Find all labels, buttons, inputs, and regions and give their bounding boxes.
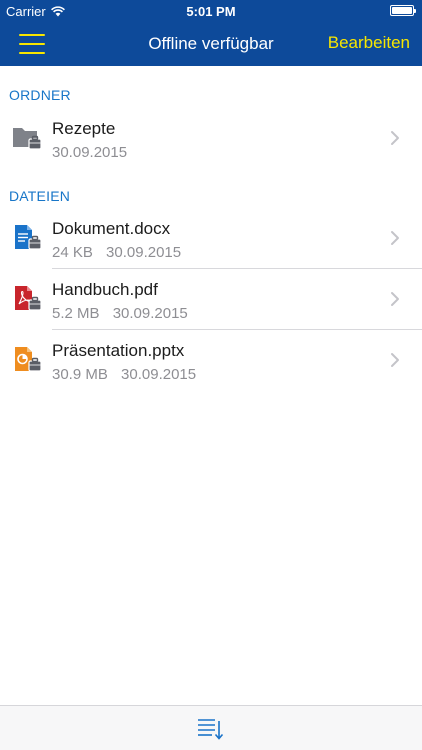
edit-button[interactable]: Bearbeiten [328, 33, 410, 53]
item-meta: 5.2 MB 30.09.2015 [52, 305, 197, 322]
app-header: Carrier 5:01 PM Offline verfügbar Bearbe… [0, 0, 422, 66]
folder-icon [13, 128, 42, 150]
chevron-right-icon [391, 231, 399, 245]
chevron-right-icon [391, 292, 399, 306]
item-name: Präsentation.pptx [52, 341, 185, 360]
sort-list-icon[interactable] [196, 717, 224, 741]
chevron-right-icon [391, 353, 399, 367]
status-bar: Carrier 5:01 PM [0, 0, 422, 22]
section-header-folders: ORDNER [9, 87, 71, 103]
status-time: 5:01 PM [186, 4, 236, 19]
list-item-folder-rezepte[interactable]: Rezepte 30.09.2015 [0, 108, 422, 169]
word-document-icon [15, 225, 42, 250]
item-date: 30.09.2015 [52, 144, 128, 161]
powerpoint-document-icon [15, 347, 42, 372]
bottom-toolbar [0, 705, 422, 750]
item-size: 30.9 MB [52, 366, 108, 383]
item-date: 30.09.2015 [121, 366, 197, 383]
section-header-files: DATEIEN [9, 188, 71, 204]
item-meta: 24 KB 30.09.2015 [52, 244, 190, 261]
item-name: Handbuch.pdf [52, 280, 158, 299]
navigation-bar: Offline verfügbar Bearbeiten [0, 22, 422, 66]
item-size: 24 KB [52, 244, 93, 261]
list-item-file-dokument[interactable]: Dokument.docx 24 KB 30.09.2015 [0, 208, 422, 269]
item-size: 5.2 MB [52, 305, 100, 322]
item-name: Dokument.docx [52, 219, 171, 238]
item-date: 30.09.2015 [106, 244, 182, 261]
chevron-right-icon [391, 131, 399, 145]
item-name: Rezepte [52, 119, 116, 138]
item-date: 30.09.2015 [112, 305, 188, 322]
list-item-file-praesentation[interactable]: Präsentation.pptx 30.9 MB 30.09.2015 [0, 330, 422, 391]
battery-icon [390, 5, 416, 16]
item-meta: 30.9 MB 30.09.2015 [52, 366, 205, 383]
item-meta: 30.09.2015 [52, 144, 136, 161]
list-item-file-handbuch[interactable]: Handbuch.pdf 5.2 MB 30.09.2015 [0, 269, 422, 330]
pdf-document-icon [15, 286, 42, 311]
